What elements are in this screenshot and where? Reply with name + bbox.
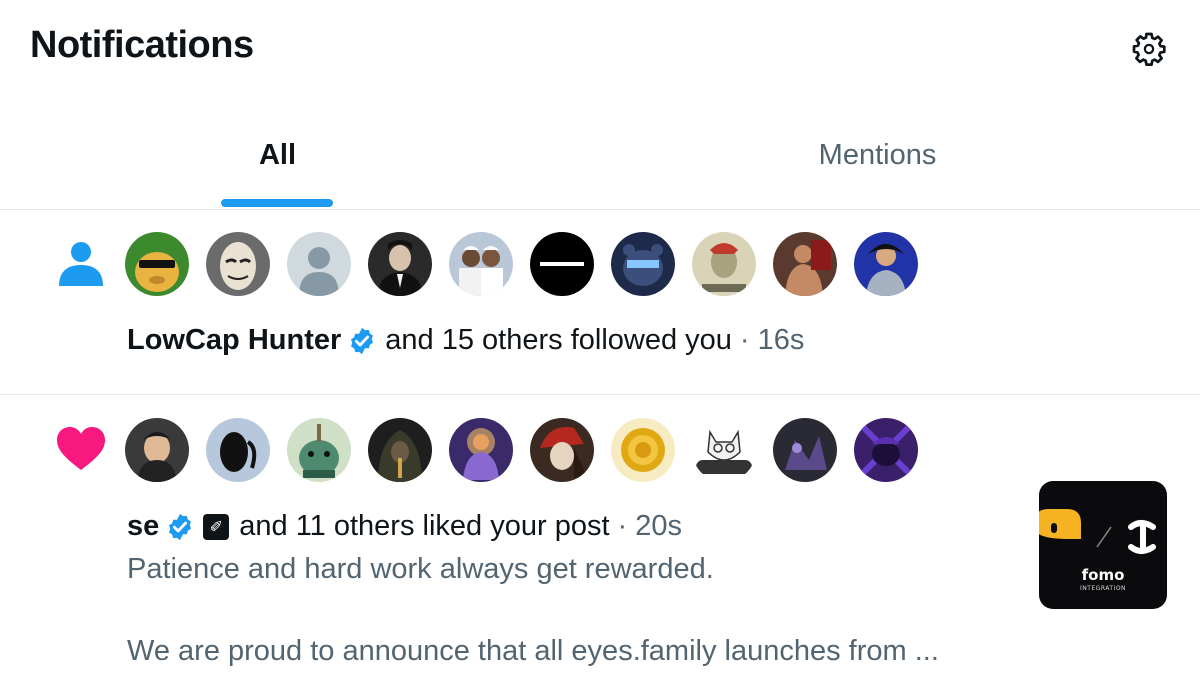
avatar[interactable] [368, 232, 432, 296]
avatar[interactable] [530, 232, 594, 296]
page-title: Notifications [30, 24, 254, 66]
notification-like[interactable]: se ✐ and 11 others liked your post · 20s… [0, 396, 1200, 691]
heart-icon [57, 427, 105, 470]
tab-mentions[interactable]: Mentions [600, 100, 1155, 210]
avatar[interactable] [854, 232, 918, 296]
avatar[interactable] [530, 418, 594, 482]
avatar[interactable] [773, 232, 837, 296]
avatar[interactable] [125, 418, 189, 482]
avatar[interactable] [368, 418, 432, 482]
settings-button[interactable] [1128, 28, 1170, 70]
header: Notifications [0, 0, 1200, 100]
avatar[interactable] [287, 418, 351, 482]
avatar[interactable] [449, 418, 513, 482]
avatar[interactable] [773, 418, 837, 482]
tab-all-label: All [258, 138, 297, 171]
avatar[interactable] [449, 232, 513, 296]
person-icon [59, 242, 103, 286]
timestamp: 20s [635, 510, 682, 542]
tab-bar: All Mentions [0, 100, 1200, 210]
avatar[interactable] [611, 418, 675, 482]
notification-text: se ✐ and 11 others liked your post · 20s [127, 510, 682, 543]
action-text: and 11 others liked your post [239, 510, 610, 542]
avatar[interactable] [692, 232, 756, 296]
timestamp: 16s [757, 324, 805, 356]
separator-dot: · [739, 324, 750, 356]
avatar[interactable] [287, 232, 351, 296]
notification-follow[interactable]: LowCap Hunter and 15 others followed you… [0, 210, 1200, 395]
avatar[interactable] [206, 418, 270, 482]
tab-mentions-label: Mentions [818, 138, 937, 171]
thumbnail-label: fomo [1081, 566, 1125, 584]
verified-badge-icon [169, 513, 192, 540]
affiliate-badge-icon: ✐ [203, 513, 230, 540]
avatar[interactable] [206, 232, 270, 296]
separator-dot: · [617, 510, 628, 542]
avatar[interactable] [854, 418, 918, 482]
post-thumbnail[interactable]: fomo INTEGRATION [1039, 481, 1167, 609]
notification-text: LowCap Hunter and 15 others followed you… [127, 324, 804, 357]
fomo-logo-icon [1039, 509, 1156, 554]
tab-all[interactable]: All [0, 100, 555, 210]
user-name[interactable]: se [127, 510, 159, 543]
user-name[interactable]: LowCap Hunter [127, 324, 341, 357]
post-preview-line: Patience and hard work always get reward… [127, 553, 714, 585]
avatar[interactable] [611, 232, 675, 296]
avatar[interactable] [125, 232, 189, 296]
active-tab-indicator [221, 199, 333, 207]
post-preview-line: We are proud to announce that all eyes.f… [127, 635, 939, 667]
avatar[interactable] [692, 418, 756, 482]
verified-badge-icon [351, 327, 374, 354]
gear-icon [1132, 32, 1166, 66]
thumbnail-sublabel: INTEGRATION [1079, 585, 1127, 592]
action-text: and 15 others followed you [385, 324, 732, 356]
